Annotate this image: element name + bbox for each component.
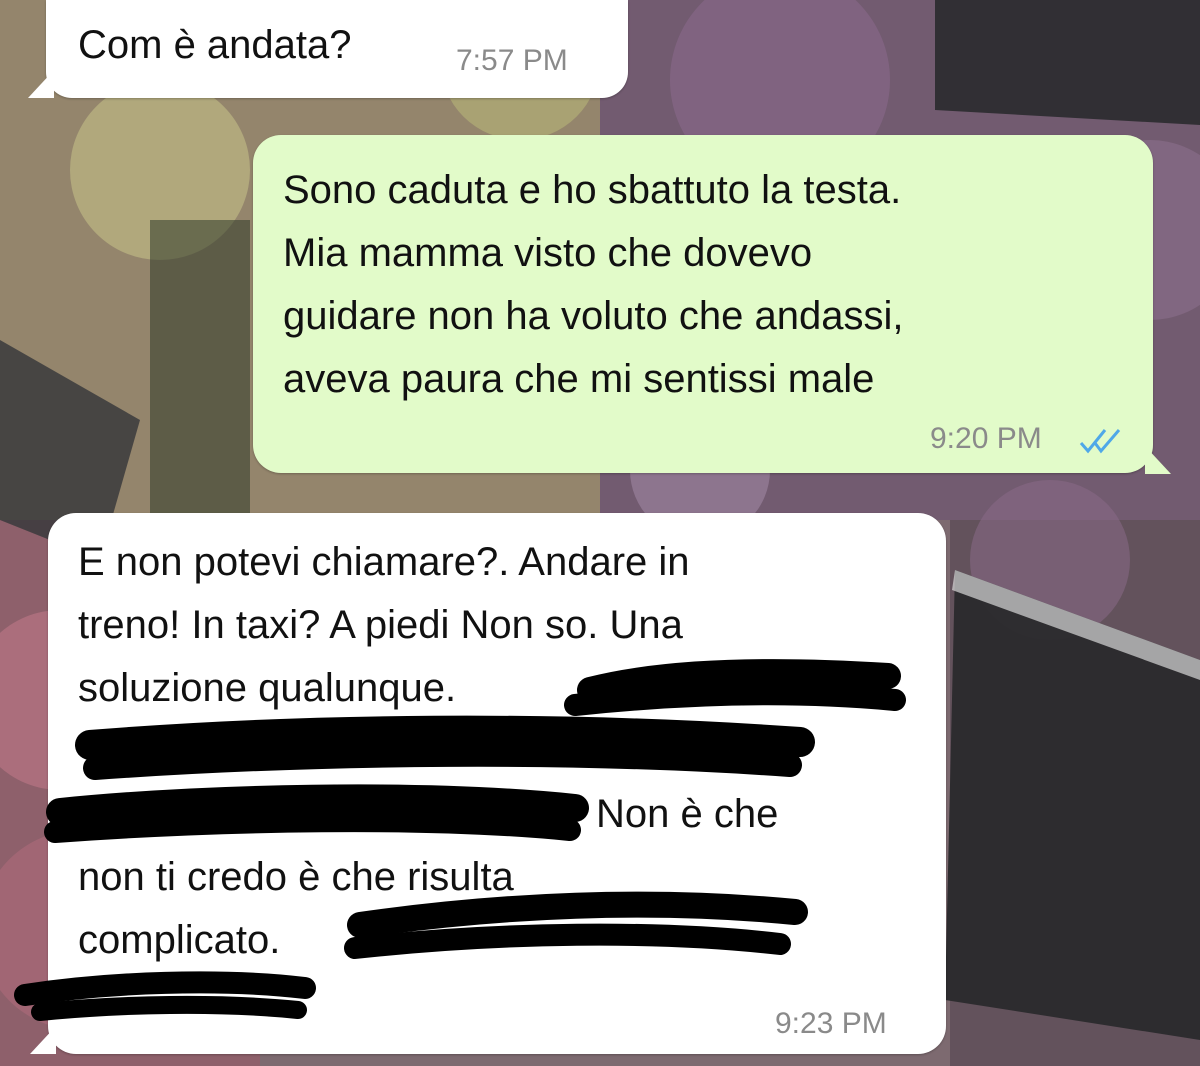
redaction-scribble: [14, 659, 906, 1021]
